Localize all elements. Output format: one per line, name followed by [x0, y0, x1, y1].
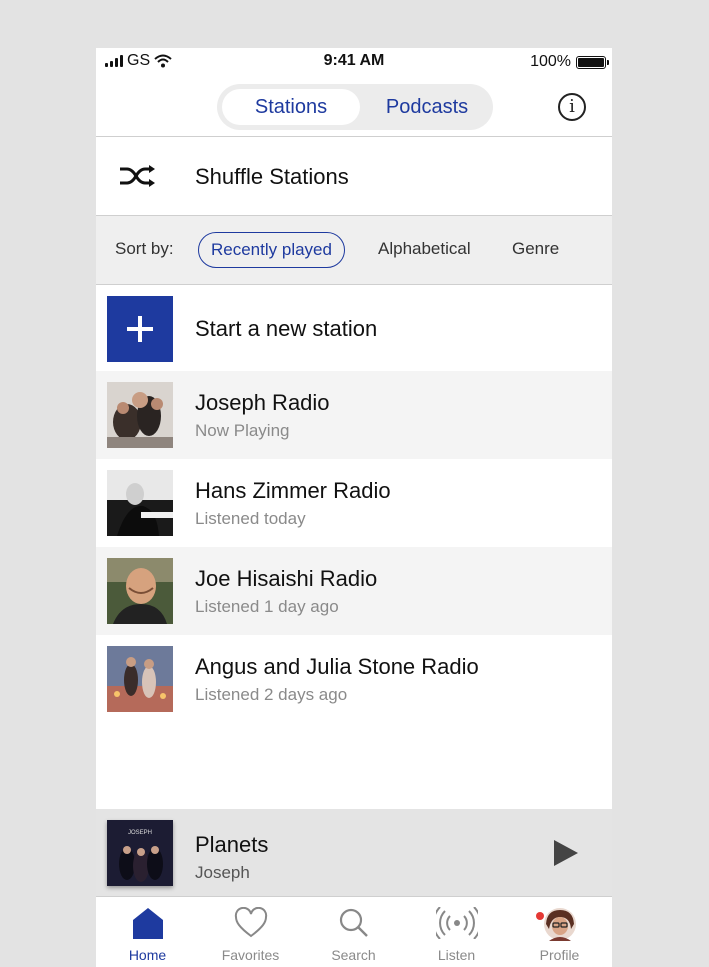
- tab-podcasts[interactable]: Podcasts: [367, 89, 487, 125]
- sort-label: Sort by:: [115, 239, 174, 258]
- info-icon[interactable]: i: [558, 93, 586, 121]
- station-subtitle: Listened 1 day ago: [195, 597, 339, 616]
- start-new-station-button[interactable]: Start a new station: [96, 285, 612, 371]
- tab-bar: Home Favorites Search Listen Profile: [96, 897, 612, 967]
- notification-badge: [536, 912, 544, 920]
- now-playing-title: Planets: [195, 832, 269, 857]
- station-title: Joseph Radio: [195, 390, 330, 415]
- tab-label: Favorites: [221, 947, 280, 963]
- sort-recently-played[interactable]: Recently played: [198, 232, 345, 268]
- station-subtitle: Now Playing: [195, 421, 290, 440]
- tab-search[interactable]: Search: [302, 897, 405, 967]
- tab-label: Home: [128, 947, 167, 963]
- battery-status: 100%: [530, 53, 609, 71]
- now-playing-bar[interactable]: JOSEPH Planets Joseph: [96, 809, 612, 897]
- battery-percent: 100%: [530, 53, 571, 70]
- sort-bar: Sort by: Recently played Alphabetical Ge…: [96, 216, 612, 285]
- sort-alphabetical[interactable]: Alphabetical: [378, 232, 471, 266]
- station-row-hans-zimmer[interactable]: Hans Zimmer Radio Listened today: [96, 459, 612, 547]
- header: Stations Podcasts i: [96, 78, 612, 137]
- album-cover-text: JOSEPH: [128, 830, 152, 836]
- album-artwork: JOSEPH: [107, 820, 173, 886]
- play-icon[interactable]: [554, 840, 578, 866]
- phone-screen: GS 9:41 AM 100% Stations Podcasts i Shuf…: [96, 48, 612, 967]
- avatar: [543, 908, 576, 941]
- tab-profile[interactable]: Profile: [508, 897, 611, 967]
- search-icon: [339, 908, 368, 937]
- station-artwork: [107, 558, 173, 624]
- tab-label: Profile: [539, 947, 580, 963]
- station-subtitle: Listened today: [195, 509, 306, 528]
- station-row-joseph[interactable]: Joseph Radio Now Playing: [96, 371, 612, 459]
- plus-icon: [107, 296, 173, 362]
- sort-genre[interactable]: Genre: [512, 232, 559, 266]
- home-icon: [132, 908, 163, 939]
- tab-label: Search: [331, 947, 376, 963]
- station-title: Hans Zimmer Radio: [195, 478, 391, 503]
- shuffle-label: Shuffle Stations: [195, 164, 349, 189]
- broadcast-icon: [435, 907, 478, 939]
- station-artwork: [107, 470, 173, 536]
- station-title: Joe Hisaishi Radio: [195, 566, 378, 591]
- tab-favorites[interactable]: Favorites: [199, 897, 302, 967]
- segmented-control: Stations Podcasts: [217, 84, 493, 130]
- station-title: Angus and Julia Stone Radio: [195, 654, 479, 679]
- station-subtitle: Listened 2 days ago: [195, 685, 348, 704]
- tab-stations[interactable]: Stations: [222, 89, 360, 125]
- status-bar: GS 9:41 AM 100%: [96, 48, 612, 78]
- shuffle-icon: [120, 165, 155, 187]
- tab-listen[interactable]: Listen: [405, 897, 508, 967]
- station-artwork: [107, 646, 173, 712]
- tab-label: Listen: [437, 947, 476, 963]
- now-playing-artist: Joseph: [195, 863, 250, 882]
- shuffle-stations-button[interactable]: Shuffle Stations: [96, 137, 612, 216]
- station-row-angus-julia-stone[interactable]: Angus and Julia Stone Radio Listened 2 d…: [96, 635, 612, 723]
- station-artwork: [107, 382, 173, 448]
- heart-icon: [234, 907, 267, 938]
- station-row-joe-hisaishi[interactable]: Joe Hisaishi Radio Listened 1 day ago: [96, 547, 612, 635]
- new-station-label: Start a new station: [195, 316, 378, 341]
- tab-home[interactable]: Home: [96, 897, 199, 967]
- battery-icon: [576, 55, 609, 69]
